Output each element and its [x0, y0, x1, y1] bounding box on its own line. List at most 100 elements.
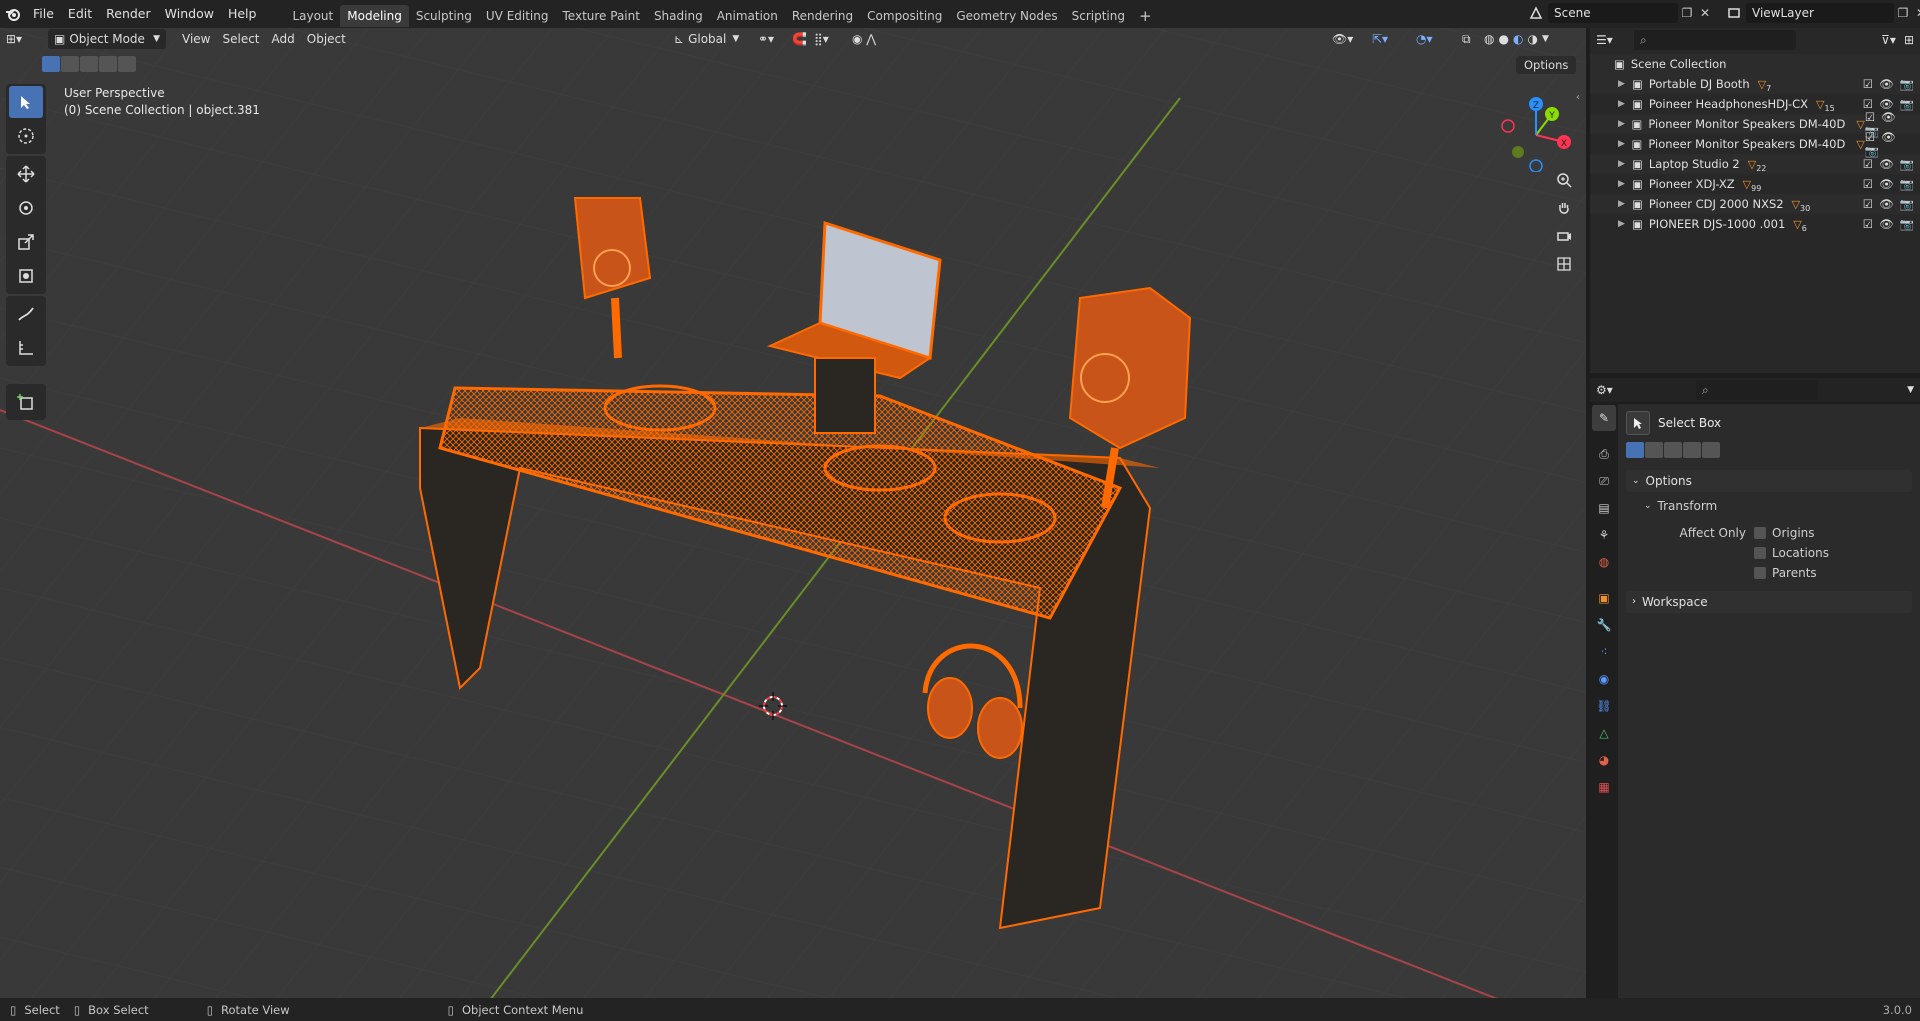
- view-layer-field[interactable]: ViewLayer: [1746, 3, 1894, 23]
- pivot-icon[interactable]: ⚭▾: [752, 29, 780, 49]
- outliner-item[interactable]: ▶▣ Pioneer Monitor Speakers DM-40D Left ▽☑…: [1590, 130, 1920, 158]
- eye-icon[interactable]: 👁: [1881, 130, 1896, 144]
- exclude-checkbox-icon[interactable]: ☑: [1863, 177, 1873, 191]
- material-shading-icon[interactable]: ◐: [1513, 29, 1523, 49]
- exclude-checkbox-icon[interactable]: ☑: [1863, 197, 1873, 211]
- render-tab-icon[interactable]: ⎙: [1592, 441, 1616, 467]
- eye-icon[interactable]: 👁: [1879, 197, 1894, 211]
- camera-icon[interactable]: 📷: [1900, 97, 1914, 111]
- texture-tab-icon[interactable]: ▦: [1592, 774, 1616, 800]
- scene-collection-row[interactable]: ▣ Scene Collection: [1590, 54, 1920, 74]
- camera-icon[interactable]: 📷: [1900, 157, 1914, 171]
- tab-texture-paint[interactable]: Texture Paint: [556, 5, 647, 27]
- physics-tab-icon[interactable]: ◉: [1592, 666, 1616, 692]
- camera-icon[interactable]: 📷: [1900, 77, 1914, 91]
- annotate-tool[interactable]: [9, 298, 43, 330]
- expand-arrow-icon[interactable]: ▶: [1618, 99, 1632, 109]
- wireframe-shading-icon[interactable]: ◍: [1484, 29, 1494, 49]
- mode-set-icon[interactable]: [1626, 442, 1644, 458]
- overlay-toggle-icon[interactable]: ◔▾: [1410, 29, 1439, 49]
- tab-animation[interactable]: Animation: [710, 5, 785, 27]
- chevron-down-icon[interactable]: ▼: [1542, 29, 1549, 49]
- add-workspace-button[interactable]: +: [1132, 5, 1159, 27]
- mesh-data-icon[interactable]: ▽: [1816, 98, 1824, 111]
- pan-hand-icon[interactable]: [1550, 194, 1578, 222]
- menu-render[interactable]: Render: [99, 0, 158, 28]
- origins-checkbox[interactable]: [1754, 527, 1766, 539]
- new-view-layer-icon[interactable]: ❐: [1894, 6, 1912, 20]
- camera-icon[interactable]: 📷: [1865, 144, 1879, 158]
- 3d-viewport[interactable]: User Perspective (0) Scene Collection | …: [0, 28, 1586, 998]
- exclude-checkbox-icon[interactable]: ☑: [1863, 217, 1873, 231]
- particles-tab-icon[interactable]: ⁖: [1592, 639, 1616, 665]
- workspace-panel-header[interactable]: › Workspace: [1626, 591, 1912, 613]
- outliner-item[interactable]: ▶ ▣ Pioneer XDJ-XZ ▽ 99 ☑ 👁 📷: [1590, 174, 1920, 194]
- tab-rendering[interactable]: Rendering: [785, 5, 860, 27]
- mode-difference-icon[interactable]: [1683, 442, 1701, 458]
- scene-icon[interactable]: [1524, 6, 1548, 20]
- transform-orientation-dropdown[interactable]: ⊾ Global ▼: [668, 29, 745, 49]
- editor-type-icon[interactable]: ⊞▾: [0, 29, 42, 49]
- modifier-tab-icon[interactable]: 🔧: [1592, 612, 1616, 638]
- select-box-tool[interactable]: [9, 86, 43, 118]
- visibility-icon[interactable]: 👁▾: [1326, 29, 1359, 49]
- camera-icon[interactable]: 📷: [1900, 177, 1914, 191]
- select-mode-intersect-icon[interactable]: [118, 56, 136, 72]
- chevron-down-icon[interactable]: ▼: [1907, 385, 1914, 395]
- mesh-data-icon[interactable]: ▽: [1792, 198, 1800, 211]
- outliner-item[interactable]: ▶ ▣ Portable DJ Booth ▽ 7 ☑ 👁 📷: [1590, 74, 1920, 94]
- navigation-gizmo[interactable]: X Y Z: [1496, 90, 1578, 173]
- xray-icon[interactable]: ⧉: [1456, 29, 1477, 49]
- options-panel-header[interactable]: ⌄ Options: [1626, 470, 1912, 492]
- outliner-search-input[interactable]: ⌕: [1634, 30, 1796, 50]
- tab-shading[interactable]: Shading: [647, 5, 710, 27]
- tool-tab-icon[interactable]: ✎: [1592, 405, 1616, 431]
- menu-add[interactable]: Add: [266, 29, 301, 49]
- menu-help[interactable]: Help: [221, 0, 264, 28]
- mesh-data-icon[interactable]: ▽: [1856, 118, 1864, 131]
- ortho-grid-icon[interactable]: [1550, 250, 1578, 278]
- scene-name-field[interactable]: Scene: [1548, 3, 1678, 23]
- snap-target-icon[interactable]: ⣿▾: [808, 29, 835, 49]
- output-tab-icon[interactable]: ⎚: [1592, 468, 1616, 494]
- eye-icon[interactable]: 👁: [1879, 217, 1894, 231]
- object-tab-icon[interactable]: ▣: [1592, 585, 1616, 611]
- exclude-checkbox-icon[interactable]: ☑: [1865, 110, 1875, 124]
- mesh-data-icon[interactable]: ▽: [1748, 158, 1756, 171]
- menu-file[interactable]: File: [26, 0, 61, 28]
- eye-icon[interactable]: 👁: [1879, 77, 1894, 91]
- menu-view[interactable]: View: [176, 29, 216, 49]
- view-layer-tab-icon[interactable]: ▤: [1592, 495, 1616, 521]
- world-tab-icon[interactable]: ◍: [1592, 549, 1616, 575]
- filter-icon[interactable]: ⊽▾: [1881, 33, 1896, 47]
- select-mode-extend-icon[interactable]: [61, 56, 79, 72]
- eye-icon[interactable]: 👁: [1879, 157, 1894, 171]
- expand-arrow-icon[interactable]: ▶: [1618, 199, 1632, 209]
- tab-layout[interactable]: Layout: [285, 5, 340, 27]
- menu-select[interactable]: Select: [216, 29, 265, 49]
- expand-arrow-icon[interactable]: ▶: [1618, 159, 1632, 169]
- exclude-checkbox-icon[interactable]: ☑: [1863, 77, 1873, 91]
- tab-geometry-nodes[interactable]: Geometry Nodes: [949, 5, 1064, 27]
- exclude-checkbox-icon[interactable]: ☑: [1863, 157, 1873, 171]
- menu-edit[interactable]: Edit: [61, 0, 99, 28]
- eye-icon[interactable]: 👁: [1879, 97, 1894, 111]
- menu-window[interactable]: Window: [158, 0, 221, 28]
- eye-icon[interactable]: 👁: [1879, 177, 1894, 191]
- expand-arrow-icon[interactable]: ▶: [1618, 79, 1632, 89]
- expand-arrow-icon[interactable]: ▶: [1618, 219, 1632, 229]
- delete-view-layer-icon[interactable]: ✕: [1912, 6, 1920, 20]
- select-mode-subtract-icon[interactable]: [80, 56, 98, 72]
- blender-logo-icon[interactable]: [0, 0, 26, 28]
- transform-subpanel-header[interactable]: ⌄ Transform: [1626, 495, 1912, 517]
- mesh-data-icon[interactable]: ▽: [1856, 138, 1864, 151]
- eye-icon[interactable]: 👁: [1881, 110, 1896, 124]
- tab-uv-editing[interactable]: UV Editing: [479, 5, 556, 27]
- menu-object[interactable]: Object: [301, 29, 352, 49]
- properties-editor-icon[interactable]: ⚙▾: [1596, 383, 1626, 397]
- solid-shading-icon[interactable]: ●: [1498, 29, 1508, 49]
- outliner-item[interactable]: ▶ ▣ Pioneer CDJ 2000 NXS2 ▽ 30 ☑ 👁 📷: [1590, 194, 1920, 214]
- scale-tool[interactable]: [9, 226, 43, 258]
- view-layer-icon[interactable]: [1722, 6, 1746, 20]
- outliner-editor-icon[interactable]: ☰▾: [1596, 33, 1626, 47]
